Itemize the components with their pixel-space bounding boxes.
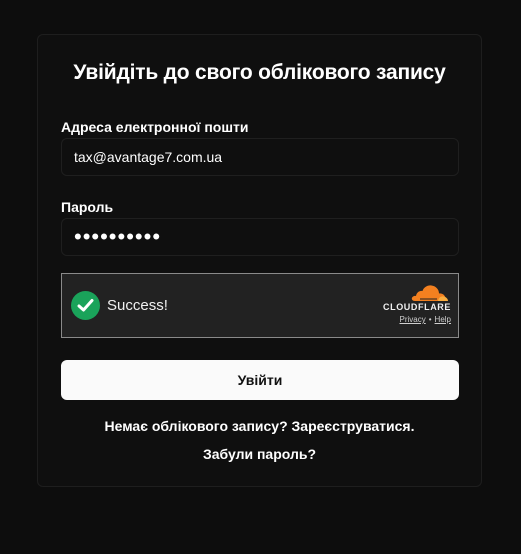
register-link[interactable]: Зареєструватися.	[292, 418, 415, 434]
forgot-password-link[interactable]: Забули пароль?	[203, 446, 316, 462]
cloudflare-links: Privacy • Help	[372, 315, 452, 324]
register-prompt: Немає облікового запису? Зареєструватися…	[38, 418, 481, 434]
password-label: Пароль	[61, 199, 114, 215]
cloudflare-logo: CLOUDFLARE	[375, 284, 451, 314]
no-account-text: Немає облікового запису?	[104, 418, 288, 434]
privacy-link[interactable]: Privacy	[400, 315, 426, 324]
email-field[interactable]	[61, 138, 459, 176]
cloudflare-cloud-icon	[411, 285, 448, 301]
email-label: Адреса електронної пошти	[61, 119, 249, 135]
forgot-password-row: Забули пароль?	[38, 446, 481, 462]
link-separator: •	[428, 315, 432, 324]
help-link[interactable]: Help	[435, 315, 451, 324]
login-button[interactable]: Увійти	[61, 360, 459, 400]
login-card: Увійдіть до свого облікового запису Адре…	[37, 34, 482, 487]
cloudflare-captcha-widget[interactable]: Success! CLOUDFLARE Privacy • Help	[61, 273, 459, 338]
password-field[interactable]	[61, 218, 459, 256]
captcha-status: Success!	[107, 297, 168, 314]
page-title: Увійдіть до свого облікового запису	[73, 61, 446, 84]
success-check-icon	[71, 291, 100, 320]
cloudflare-wordmark: CLOUDFLARE	[383, 302, 451, 312]
